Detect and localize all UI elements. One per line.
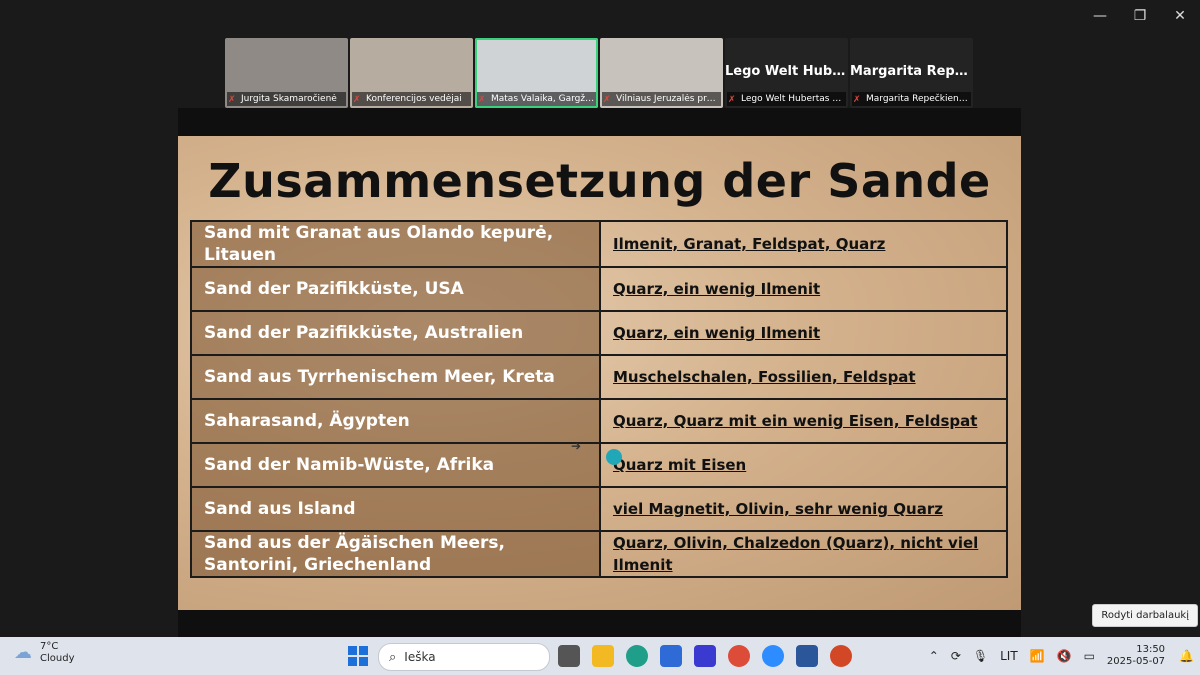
sand-composition-cell: Quarz, Quarz mit ein wenig Eisen, Feldsp…: [599, 398, 1008, 444]
participant-label: Vilniaus Jeruzalės prog...: [602, 92, 721, 106]
pointer-dot-icon: [606, 449, 622, 465]
language-indicator[interactable]: LIT: [1000, 649, 1018, 663]
sand-composition-cell: Muschelschalen, Fossilien, Feldspat: [599, 354, 1008, 400]
word-icon[interactable]: [796, 645, 818, 667]
sync-icon[interactable]: ⟳: [951, 649, 961, 663]
battery-icon[interactable]: ▭: [1084, 649, 1095, 663]
participant-label: Konferencijos vedėjai: [352, 92, 471, 106]
participant-video-strip: Jurgita Skamaročienė ✗ Konferencijos vedėj…: [225, 38, 975, 108]
mic-off-icon: ✗: [853, 95, 861, 105]
participant-tile[interactable]: Konferencijos vedėjai ✗: [350, 38, 473, 108]
file-explorer-icon[interactable]: [592, 645, 614, 667]
table-row: Sand aus Tyrrhenischem Meer, Kreta Musche…: [190, 354, 1008, 400]
participant-tile[interactable]: Vilniaus Jeruzalės prog... ✗: [600, 38, 723, 108]
participant-tile[interactable]: Lego Welt Hube... Lego Welt Hubertas un..…: [725, 38, 848, 108]
system-tray: ⌃ ⟳ 🎙 LIT 📶 🔇 ▭ 13:50 2025-05-07 🔔: [923, 637, 1200, 675]
participant-name: Lego Welt Hube...: [725, 64, 848, 79]
table-row: Sand aus der Ägäischen Meers, Santorini,…: [190, 530, 1008, 578]
chrome-icon[interactable]: [728, 645, 750, 667]
sand-name-cell: Sand der Namib-Wüste, Afrika: [190, 442, 601, 488]
mic-off-icon: ✗: [603, 95, 611, 105]
taskbar-search[interactable]: ⌕ Ieška: [378, 643, 550, 671]
close-button[interactable]: ✕: [1160, 0, 1200, 32]
restore-button[interactable]: ❐: [1120, 0, 1160, 32]
task-view-icon[interactable]: [558, 645, 580, 667]
table-row: Sand aus Island viel Magnetit, Olivin, se…: [190, 486, 1008, 532]
minimize-button[interactable]: —: [1080, 0, 1120, 32]
participant-tile[interactable]: Margarita Repe... Margarita Repečkienė, .…: [850, 38, 973, 108]
clock-time: 13:50: [1136, 644, 1166, 655]
weather-temp: 7°C: [40, 641, 59, 652]
app-icon[interactable]: [694, 645, 716, 667]
shared-screen: Zusammensetzung der Sande Sand mit Grana…: [178, 108, 1021, 638]
wifi-icon[interactable]: 📶: [1030, 649, 1045, 663]
sand-name-cell: Sand aus Tyrrhenischem Meer, Kreta: [190, 354, 601, 400]
edge-browser-icon[interactable]: [626, 645, 648, 667]
participant-label: Jurgita Skamaročienė: [227, 92, 346, 106]
table-row: Sand mit Granat aus Olando kepurė, Litau…: [190, 220, 1008, 268]
participant-label: Margarita Repečkienė, ...: [852, 92, 971, 106]
weather-widget[interactable]: ☁ 7°C Cloudy: [14, 641, 74, 665]
participant-tile[interactable]: Matas Valaika, Gargždų "K...✗: [475, 38, 598, 108]
powerpoint-icon[interactable]: [830, 645, 852, 667]
sand-composition-cell: viel Magnetit, Olivin, sehr wenig Quarz: [599, 486, 1008, 532]
sand-composition-cell: Quarz, Olivin, Chalzedon (Quarz), nicht …: [599, 530, 1008, 578]
microphone-icon[interactable]: 🎙: [973, 649, 988, 663]
participant-label: Lego Welt Hubertas un...: [727, 92, 846, 106]
taskbar: ☁ 7°C Cloudy ⌕ Ieška ⌃ ⟳ 🎙 LIT 📶 🔇 ▭ 13:…: [0, 637, 1200, 675]
table-row: Sand der Pazifikküste, USA Quarz, ein wen…: [190, 266, 1008, 312]
mic-off-icon: ✗: [353, 95, 361, 105]
table-row: Saharasand, Ägypten Quarz, Quarz mit ein …: [190, 398, 1008, 444]
start-button[interactable]: [348, 646, 368, 666]
participant-label: Matas Valaika, Gargždų "K...: [477, 92, 596, 106]
sand-name-cell: Sand aus der Ägäischen Meers, Santorini,…: [190, 530, 601, 578]
weather-desc: Cloudy: [40, 653, 75, 664]
sand-name-cell: Saharasand, Ägypten: [190, 398, 601, 444]
zoom-icon[interactable]: [762, 645, 784, 667]
mic-off-icon: ✗: [228, 95, 236, 105]
chevron-up-icon[interactable]: ⌃: [929, 649, 939, 663]
table-row: Sand der Namib-Wüste, Afrika Quarz mit Ei…: [190, 442, 1008, 488]
mic-off-icon: ✗: [728, 95, 736, 105]
sand-composition-cell: Quarz, ein wenig Ilmenit: [599, 266, 1008, 312]
notification-icon[interactable]: 🔔: [1179, 649, 1194, 663]
arrow-cursor-icon: ➔: [571, 439, 582, 453]
show-desktop-tooltip: Rodyti darbalaukį: [1092, 604, 1198, 627]
presentation-slide: Zusammensetzung der Sande Sand mit Grana…: [178, 136, 1021, 610]
sand-name-cell: Sand der Pazifikküste, USA: [190, 266, 601, 312]
sand-composition-table: Sand mit Granat aus Olando kepurė, Litau…: [190, 220, 1008, 578]
mic-off-icon: ✗: [478, 95, 486, 105]
window-controls: — ❐ ✕: [1080, 0, 1200, 32]
store-icon[interactable]: [660, 645, 682, 667]
sand-name-cell: Sand der Pazifikküste, Australien: [190, 310, 601, 356]
search-placeholder: Ieška: [404, 650, 436, 664]
search-icon: ⌕: [389, 649, 397, 665]
cloud-icon: ☁: [14, 642, 32, 663]
sand-composition-cell: Quarz mit Eisen: [599, 442, 1008, 488]
clock[interactable]: 13:50 2025-05-07: [1107, 644, 1165, 668]
sand-name-cell: Sand mit Granat aus Olando kepurė, Litau…: [190, 220, 601, 268]
table-row: Sand der Pazifikküste, Australien Quarz, …: [190, 310, 1008, 356]
clock-date: 2025-05-07: [1106, 656, 1166, 667]
participant-tile[interactable]: Jurgita Skamaročienė ✗: [225, 38, 348, 108]
sand-name-cell: Sand aus Island: [190, 486, 601, 532]
slide-title: Zusammensetzung der Sande: [208, 154, 991, 208]
speaker-muted-icon[interactable]: 🔇: [1057, 649, 1072, 663]
participant-name: Margarita Repe...: [850, 64, 973, 79]
sand-composition-cell: Ilmenit, Granat, Feldspat, Quarz: [599, 220, 1008, 268]
sand-composition-cell: Quarz, ein wenig Ilmenit: [599, 310, 1008, 356]
